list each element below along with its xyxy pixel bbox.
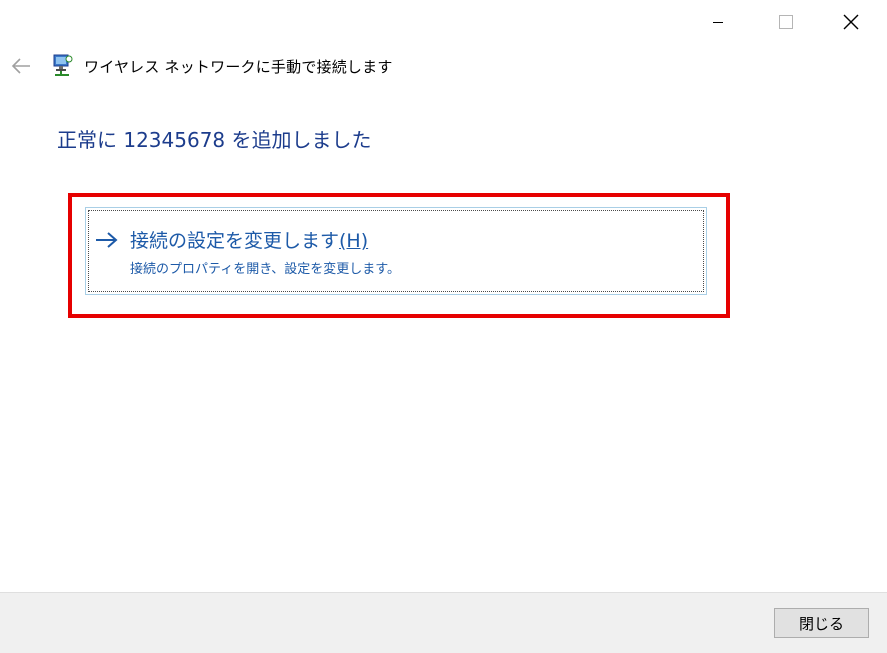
close-button[interactable] [829,6,873,38]
maximize-button[interactable] [764,6,808,38]
close-icon [843,14,859,30]
back-button[interactable] [10,56,32,76]
network-wizard-icon [52,53,74,77]
command-link-title-text: 接続の設定を変更します [130,230,340,252]
right-arrow-icon [96,232,118,248]
command-link-title: 接続の設定を変更します(H) [130,226,368,253]
minimize-icon [713,22,723,23]
success-heading: 正常に 12345678 を追加しました [57,128,372,152]
change-settings-command-link[interactable]: 接続の設定を変更します(H) 接続のプロパティを開き、設定を変更します。 [85,207,707,295]
maximize-icon [779,15,793,29]
minimize-button[interactable] [696,6,740,38]
command-link-description: 接続のプロパティを開き、設定を変更します。 [130,262,401,277]
command-link-accelerator: (H) [339,230,369,252]
close-dialog-button[interactable]: 閉じる [774,608,869,638]
wizard-title: ワイヤレス ネットワークに手動で接続します [84,58,393,76]
footer-bar: 閉じる [0,592,887,653]
wizard-window: ワイヤレス ネットワークに手動で接続します 正常に 12345678 を追加しま… [0,0,887,653]
back-arrow-icon [11,58,30,74]
